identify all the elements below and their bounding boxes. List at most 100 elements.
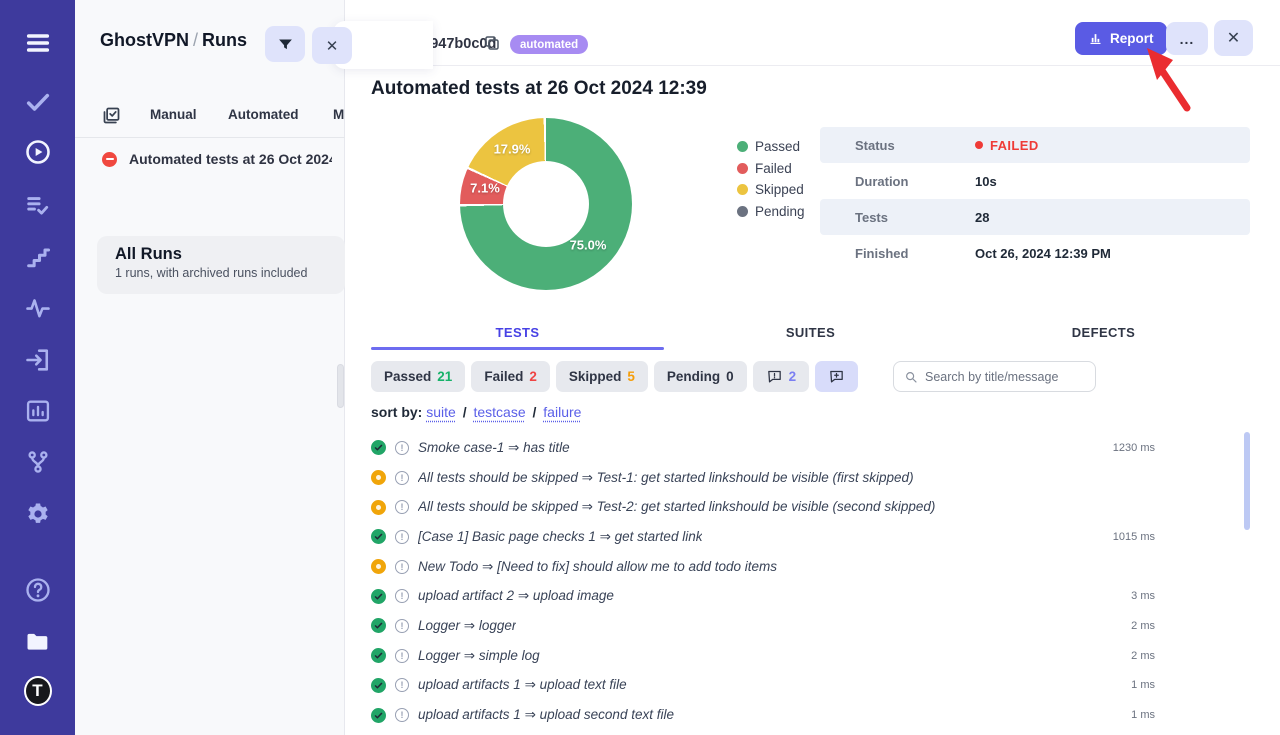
exclamation-circle-icon: ! (395, 649, 409, 663)
chart-legend: PassedFailedSkippedPending (737, 136, 805, 222)
comment-exclamation-chip[interactable]: 2 (753, 361, 810, 392)
list-check-icon[interactable] (24, 191, 52, 219)
passed-status-icon (371, 708, 386, 723)
tab-suites[interactable]: SUITES (664, 320, 957, 350)
exclamation-circle-icon: ! (395, 619, 409, 633)
slice-label: 75.0% (570, 238, 607, 253)
activity-icon[interactable] (24, 294, 52, 322)
check-icon[interactable] (24, 88, 52, 116)
run-heading: Automated tests at 26 Oct 2024 12:39 (371, 78, 707, 100)
tab-defects[interactable]: DEFECTS (957, 320, 1250, 350)
detail-tabs: TESTSSUITESDEFECTS (371, 320, 1250, 350)
chip-passed[interactable]: Passed21 (371, 361, 465, 392)
bar-chart-icon[interactable] (24, 397, 52, 425)
test-title: [Case 1] Basic page checks 1 ⇒ get start… (418, 529, 702, 545)
exclamation-circle-icon: ! (395, 500, 409, 514)
chip-count: 21 (437, 369, 452, 384)
tab-tests[interactable]: TESTS (371, 320, 664, 350)
test-row[interactable]: !New Todo ⇒ [Need to fix] should allow m… (371, 552, 1250, 582)
comment-plus-chip[interactable] (815, 361, 858, 392)
copy-run-id-button[interactable] (482, 34, 502, 54)
sort-link-failure[interactable]: failure (543, 404, 581, 420)
test-row[interactable]: ![Case 1] Basic page checks 1 ⇒ get star… (371, 522, 1250, 552)
panel-close-button[interactable]: ✕ (312, 27, 352, 64)
all-runs-title: All Runs (115, 245, 327, 264)
exclamation-circle-icon: ! (395, 589, 409, 603)
stat-label: Finished (820, 246, 975, 261)
runs-tab-bar: Manual Automated M (75, 94, 345, 138)
chip-count: 0 (726, 369, 734, 384)
bar-chart-icon (1088, 31, 1103, 46)
folder-icon[interactable] (24, 628, 52, 656)
report-button[interactable]: Report (1075, 22, 1167, 55)
test-row[interactable]: !All tests should be skipped ⇒ Test-1: g… (371, 463, 1250, 493)
more-options-button[interactable]: ... (1166, 22, 1208, 55)
run-detail-panel: Run 947b0c0d automated Report ... ✕ Auto… (345, 0, 1280, 735)
ellipsis-icon: ... (1180, 31, 1195, 47)
search-input[interactable] (925, 370, 1085, 384)
test-duration: 1015 ms (1113, 531, 1155, 543)
sort-label: sort by: (371, 404, 422, 420)
sign-in-icon[interactable] (24, 346, 52, 374)
sort-separator: / (526, 404, 544, 420)
test-row[interactable]: !upload artifacts 1 ⇒ upload text file1 … (371, 671, 1250, 701)
test-duration: 2 ms (1131, 650, 1155, 662)
breadcrumb-page: Runs (202, 30, 247, 50)
exclamation-circle-icon: ! (395, 678, 409, 692)
search-icon (904, 370, 918, 384)
test-title: All tests should be skipped ⇒ Test-2: ge… (418, 499, 935, 515)
logo-icon[interactable]: T (24, 677, 52, 705)
gear-icon[interactable] (24, 500, 52, 528)
search-box (893, 361, 1096, 392)
chip-skipped[interactable]: Skipped5 (556, 361, 648, 392)
list-scrollbar-thumb[interactable] (1244, 432, 1250, 530)
runs-tab-manual[interactable]: Manual (150, 107, 197, 122)
test-title: Smoke case-1 ⇒ has title (418, 440, 570, 456)
select-runs-icon[interactable] (101, 105, 122, 126)
panel-resize-handle[interactable] (337, 364, 344, 408)
breadcrumb-project[interactable]: GhostVPN (100, 30, 189, 50)
test-duration: 1 ms (1131, 709, 1155, 721)
help-icon[interactable] (24, 576, 52, 604)
all-runs-card[interactable]: All Runs 1 runs, with archived runs incl… (97, 236, 345, 294)
legend-label: Pending (755, 204, 805, 219)
sort-row: sort by: suite / testcase / failure (371, 404, 581, 420)
passed-status-icon (371, 618, 386, 633)
report-button-label: Report (1110, 31, 1154, 46)
passed-status-icon (371, 589, 386, 604)
sort-options: suite / testcase / failure (426, 404, 581, 420)
close-run-button[interactable]: ✕ (1214, 20, 1253, 56)
test-row[interactable]: ! All tests should be skipped ⇒ Test-2: g… (371, 492, 1250, 522)
branch-icon[interactable] (24, 448, 52, 476)
test-row[interactable]: !upload artifacts 1 ⇒ upload second text… (371, 700, 1250, 730)
exclamation-circle-icon: ! (395, 708, 409, 722)
stat-row-duration: Duration10s (820, 163, 1250, 199)
close-icon: ✕ (326, 37, 339, 55)
test-row[interactable]: !Logger ⇒ simple log2 ms (371, 641, 1250, 671)
play-circle-icon[interactable] (24, 138, 52, 166)
test-row[interactable]: !Smoke case-1 ⇒ has title1230 ms (371, 433, 1250, 463)
run-list-item[interactable]: Automated tests at 26 Oct 2024 12:39 (102, 151, 332, 167)
annotation-arrow (1135, 44, 1205, 118)
menu-icon[interactable] (24, 29, 52, 57)
stat-row-finished: FinishedOct 26, 2024 12:39 PM (820, 235, 1250, 271)
test-title: All tests should be skipped ⇒ Test-1: ge… (418, 470, 914, 486)
sort-link-testcase[interactable]: testcase (473, 404, 525, 420)
chip-pending[interactable]: Pending0 (654, 361, 747, 392)
test-row[interactable]: !Logger ⇒ logger2 ms (371, 611, 1250, 641)
legend-label: Passed (755, 139, 800, 154)
passed-status-icon (371, 678, 386, 693)
legend-label: Failed (755, 161, 792, 176)
runs-tab-automated[interactable]: Automated (228, 107, 299, 122)
test-row[interactable]: !upload artifact 2 ⇒ upload image3 ms (371, 581, 1250, 611)
runs-tab-m[interactable]: M (333, 107, 344, 122)
filter-chips: Passed21Failed2Skipped5Pending02 (371, 361, 858, 392)
legend-item: Pending (737, 201, 805, 223)
chip-failed[interactable]: Failed2 (471, 361, 550, 392)
sort-link-suite[interactable]: suite (426, 404, 456, 420)
steps-icon[interactable] (24, 243, 52, 271)
stat-label: Status (820, 138, 975, 153)
filter-button[interactable] (265, 26, 305, 62)
funnel-icon (277, 36, 294, 53)
legend-dot-icon (737, 163, 748, 174)
